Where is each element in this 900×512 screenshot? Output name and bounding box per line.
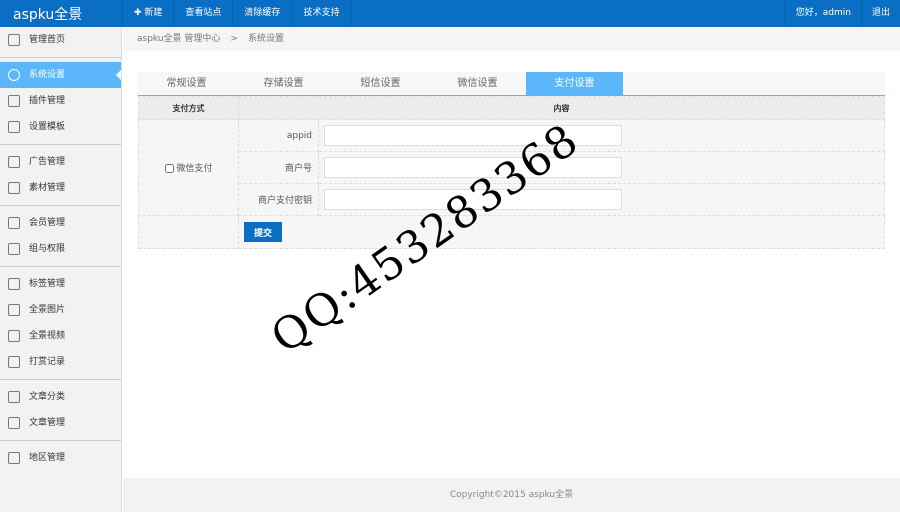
tab-payment[interactable]: 支付设置: [526, 72, 623, 95]
user-area: 您好，admin 退出: [784, 0, 900, 27]
sidebar-item-members[interactable]: 会员管理: [0, 210, 121, 236]
tab-sms[interactable]: 短信设置: [332, 72, 429, 95]
new-button[interactable]: ✚ 新建: [122, 0, 173, 27]
clear-cache-link[interactable]: 清除缓存: [232, 0, 291, 27]
gear-icon: [8, 69, 20, 81]
footer: Copyright©2015 aspku全景: [123, 478, 900, 512]
merchant-id-label: 商户号: [238, 151, 319, 184]
breadcrumb: aspku全景 管理中心 > 系统设置: [123, 27, 900, 51]
template-icon: [8, 121, 20, 133]
share-icon: [8, 243, 20, 255]
appid-label: appid: [238, 119, 319, 152]
breadcrumb-root[interactable]: aspku全景 管理中心: [137, 34, 220, 44]
sidebar-item-regions[interactable]: 地区管理: [0, 445, 121, 471]
sidebar-item-tags[interactable]: 标签管理: [0, 271, 121, 297]
settings-tabs: 常规设置 存储设置 短信设置 微信设置 支付设置: [138, 72, 885, 96]
link-icon: [8, 182, 20, 194]
wechat-pay-label: 微信支付: [176, 164, 213, 174]
sidebar-item-rewards[interactable]: 打赏记录: [0, 349, 121, 375]
sidebar-item-article-categories[interactable]: 文章分类: [0, 384, 121, 410]
col-method: 支付方式: [138, 96, 239, 120]
method-cell: 微信支付: [138, 119, 239, 216]
submit-button[interactable]: 提交: [244, 222, 282, 242]
apps-icon: [8, 330, 20, 342]
divider: [0, 205, 121, 206]
user-greeting[interactable]: 您好，admin: [784, 0, 861, 27]
wechat-pay-checkbox[interactable]: [164, 164, 174, 173]
sidebar-item-articles[interactable]: 文章管理: [0, 410, 121, 436]
sidebar-item-videos[interactable]: 全景视频: [0, 323, 121, 349]
sidebar-item-materials[interactable]: 素材管理: [0, 175, 121, 201]
divider: [0, 266, 121, 267]
tech-support-link[interactable]: 技术支持: [291, 0, 352, 27]
document-icon: [8, 278, 20, 290]
sidebar-item-groups[interactable]: 组与权限: [0, 236, 121, 262]
divider: [0, 440, 121, 441]
sidebar-item-system-settings[interactable]: 系统设置: [0, 62, 121, 88]
send-icon: [8, 95, 20, 107]
sidebar-item-templates[interactable]: 设置模板: [0, 114, 121, 140]
inbox-icon: [8, 356, 20, 368]
logo: aspku全景: [13, 7, 83, 23]
divider: [0, 144, 121, 145]
divider: [0, 57, 121, 58]
pie-icon: [8, 452, 20, 464]
top-bar: aspku全景 ✚ 新建 查看站点 清除缓存 技术支持 您好，admin 退出: [0, 0, 900, 27]
sidebar-item-ads[interactable]: 广告管理: [0, 149, 121, 175]
top-nav: ✚ 新建 查看站点 清除缓存 技术支持: [122, 0, 352, 27]
merchant-key-label: 商户支付密钥: [238, 183, 319, 216]
grid-icon: [8, 304, 20, 316]
sidebar-item-plugins[interactable]: 插件管理: [0, 88, 121, 114]
breadcrumb-current: 系统设置: [247, 34, 284, 44]
sidebar-item-home[interactable]: 管理首页: [0, 27, 121, 53]
sidebar-item-panoramas[interactable]: 全景图片: [0, 297, 121, 323]
view-site-link[interactable]: 查看站点: [173, 0, 232, 27]
tab-storage[interactable]: 存储设置: [235, 72, 332, 95]
image-icon: [8, 156, 20, 168]
sidebar: 管理首页 系统设置 插件管理 设置模板 广告管理 素材管理 会员管理 组与权限 …: [0, 27, 122, 512]
logout-link[interactable]: 退出: [860, 0, 900, 27]
tab-general[interactable]: 常规设置: [138, 72, 235, 95]
file-icon: [8, 417, 20, 429]
breadcrumb-separator: >: [230, 34, 238, 44]
home-icon: [8, 34, 20, 46]
book-icon: [8, 391, 20, 403]
users-icon: [8, 217, 20, 229]
tab-wechat[interactable]: 微信设置: [429, 72, 526, 95]
divider: [0, 379, 121, 380]
